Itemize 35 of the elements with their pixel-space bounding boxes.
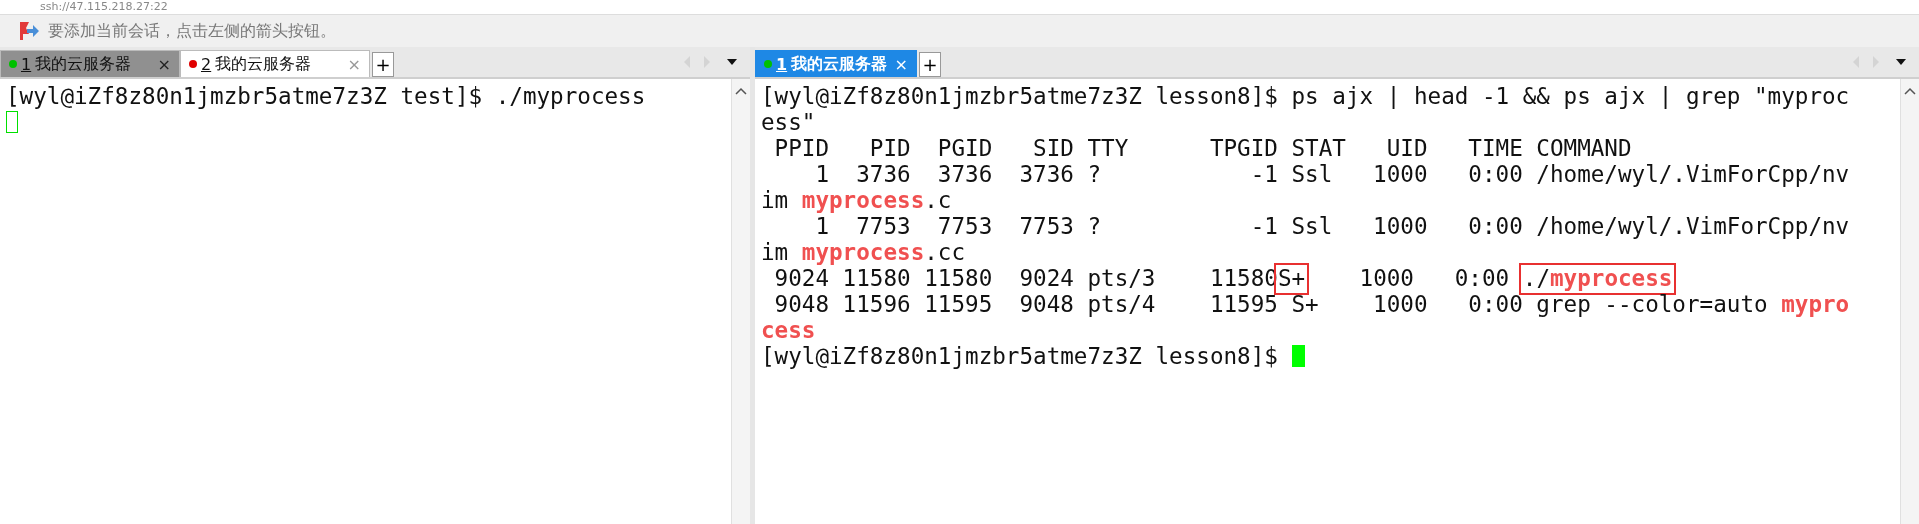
address-text: ssh://47.115.218.27:22 bbox=[40, 1, 168, 13]
cursor bbox=[1291, 345, 1305, 367]
scroll-up-icon[interactable] bbox=[735, 87, 747, 95]
new-tab-button[interactable]: + bbox=[372, 52, 394, 77]
dropdown-icon[interactable] bbox=[1895, 58, 1907, 66]
tab-number: 2 bbox=[201, 54, 212, 74]
dropdown-icon[interactable] bbox=[726, 58, 738, 66]
scroll-up-icon[interactable] bbox=[1904, 87, 1916, 95]
hint-text: 要添加当前会话，点击左侧的箭头按钮。 bbox=[48, 20, 336, 42]
close-icon[interactable]: × bbox=[157, 54, 171, 74]
terminal-line: ess" bbox=[761, 109, 816, 135]
terminal-line: 1 7753 7753 7753 ? -1 Ssl 1000 0:00 /home/wyl/.VimForCpp/nv bbox=[814, 213, 1850, 239]
close-icon[interactable]: × bbox=[894, 54, 908, 74]
terminal-line: 1 3736 3736 3736 ? -1 Ssl 1000 0:00 /home/wyl/.VimForCpp/nv bbox=[814, 161, 1850, 187]
scrollbar[interactable] bbox=[731, 79, 750, 524]
tab-number: 1 bbox=[21, 54, 32, 74]
terminal-line: cess bbox=[761, 317, 816, 343]
tab-number: 1 bbox=[776, 54, 788, 74]
scrollbar[interactable] bbox=[1900, 79, 1919, 524]
terminal-line: PPID PID PGID SID TTY TPGID STAT UID TIME COMMAND bbox=[773, 135, 1632, 161]
terminal-line: [wyl@iZf8z80n1jmzbr5atme7z3Z lesson8]$ ps ajx | head -1 && ps ajx | grep "myproc bbox=[761, 83, 1850, 109]
tab-label: 我的云服务器 bbox=[791, 53, 889, 75]
new-tab-button[interactable]: + bbox=[919, 52, 941, 77]
terminal-line: 9048 11596 11595 9048 pts/4 11595 S+ 1000 0:00 grep --color=auto mypro bbox=[773, 291, 1850, 317]
cursor bbox=[6, 111, 18, 133]
terminal-line: [wyl@iZf8z80n1jmzbr5atme7z3Z lesson8]$ bbox=[761, 343, 1279, 369]
session-tab[interactable]: 1 我的云服务器 × bbox=[755, 50, 917, 77]
terminal-line: im myprocess.cc bbox=[761, 239, 966, 265]
session-tab[interactable]: 2 我的云服务器 × bbox=[180, 50, 370, 77]
tab-label: 我的云服务器 bbox=[215, 53, 313, 75]
terminal-line: [wyl@iZf8z80n1jmzbr5atme7z3Z test]$ ./myprocess bbox=[6, 83, 646, 109]
session-tab[interactable]: 1 我的云服务器 × bbox=[0, 50, 180, 77]
terminal-line: im myprocess.c bbox=[761, 187, 952, 213]
flag-arrow-icon[interactable] bbox=[18, 21, 40, 41]
tab-label: 我的云服务器 bbox=[35, 53, 133, 75]
